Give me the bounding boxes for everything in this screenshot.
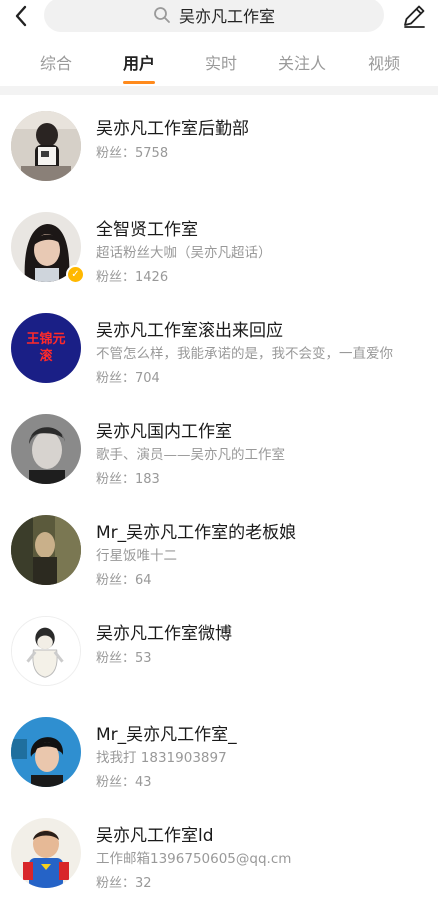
tab-users[interactable]: 用户: [121, 50, 157, 74]
user-avatar-image: [11, 414, 81, 484]
tab-comprehensive[interactable]: 综合: [38, 50, 74, 74]
tab-following[interactable]: 关注人: [276, 50, 328, 74]
verified-badge: ✓: [66, 265, 85, 284]
user-result-row[interactable]: 吴亦凡工作室后勤部 粉丝：5758: [0, 95, 438, 196]
user-description: 工作邮箱1396750605@qq.cm: [96, 851, 292, 867]
user-name[interactable]: 吴亦凡工作室微博: [96, 619, 232, 644]
search-query-text: 吴亦凡工作室: [178, 7, 275, 26]
fans-count: 粉丝：43: [96, 775, 152, 790]
checkmark-icon: ✓: [71, 268, 80, 280]
user-avatar-image: [12, 617, 80, 685]
avatar[interactable]: 王锦元 滚: [11, 313, 81, 383]
user-result-row[interactable]: 吴亦凡工作室ld 工作邮箱1396750605@qq.cm 粉丝：32: [0, 802, 438, 903]
tab-realtime[interactable]: 实时: [203, 50, 239, 74]
user-result-row[interactable]: Mr_吴亦凡工作室_ 找我打 1831903897 粉丝：43: [0, 701, 438, 802]
user-name[interactable]: 吴亦凡工作室后勤部: [96, 114, 249, 139]
user-result-row[interactable]: 吴亦凡国内工作室 歌手、演员——吴亦凡的工作室 粉丝：183: [0, 398, 438, 499]
user-name[interactable]: 吴亦凡工作室ld: [96, 821, 214, 846]
avatar[interactable]: [11, 818, 81, 888]
avatar-text-image: 王锦元 滚: [26, 332, 66, 364]
user-name[interactable]: 全智贤工作室: [96, 215, 198, 240]
user-result-row[interactable]: 吴亦凡工作室微博 粉丝：53: [0, 600, 438, 701]
search-bar[interactable]: 吴亦凡工作室: [44, 0, 384, 32]
user-avatar-image: [11, 111, 81, 181]
fans-count: 粉丝：64: [96, 573, 152, 588]
avatar[interactable]: [11, 616, 81, 686]
tab-bar: 综合 用户 实时 关注人 视频: [0, 44, 438, 84]
user-avatar-image: [11, 515, 81, 585]
user-result-row[interactable]: Mr_吴亦凡工作室的老板娘 行星饭唯十二 粉丝：64: [0, 499, 438, 600]
tab-video[interactable]: 视频: [366, 50, 402, 74]
user-avatar-image: [11, 818, 81, 888]
user-description: 行星饭唯十二: [96, 548, 177, 564]
search-icon: [154, 7, 170, 23]
fans-count: 粉丝：32: [96, 876, 152, 891]
compose-button[interactable]: [400, 2, 428, 30]
avatar[interactable]: [11, 515, 81, 585]
user-description: 不管怎么样，我能承诺的是，我不会变，一直爱你: [96, 346, 393, 362]
user-description: 歌手、演员——吴亦凡的工作室: [96, 447, 285, 463]
avatar[interactable]: [11, 414, 81, 484]
active-tab-indicator: [123, 81, 155, 84]
top-bar: 吴亦凡工作室: [0, 0, 438, 34]
fans-count: 粉丝：53: [96, 651, 152, 666]
fans-count: 粉丝：183: [96, 472, 160, 487]
user-name[interactable]: Mr_吴亦凡工作室_: [96, 720, 237, 745]
section-divider: [0, 86, 438, 95]
back-button[interactable]: [8, 2, 34, 30]
user-name[interactable]: 吴亦凡工作室滚出来回应: [96, 316, 283, 341]
user-result-row[interactable]: ✓ 全智贤工作室 超话粉丝大咖（吴亦凡超话） 粉丝：1426: [0, 196, 438, 297]
avatar[interactable]: [11, 111, 81, 181]
avatar[interactable]: [11, 717, 81, 787]
user-avatar-image: [11, 717, 81, 787]
fans-count: 粉丝：5758: [96, 146, 169, 161]
user-name[interactable]: Mr_吴亦凡工作室的老板娘: [96, 518, 296, 543]
fans-count: 粉丝：704: [96, 371, 160, 386]
fans-count: 粉丝：1426: [96, 270, 169, 285]
user-description: 超话粉丝大咖（吴亦凡超话）: [96, 245, 272, 261]
pencil-icon: [404, 5, 425, 28]
back-arrow-icon: [15, 5, 27, 27]
user-name[interactable]: 吴亦凡国内工作室: [96, 417, 232, 442]
user-description: 找我打 1831903897: [96, 750, 227, 766]
user-result-row[interactable]: 王锦元 滚 吴亦凡工作室滚出来回应 不管怎么样，我能承诺的是，我不会变，一直爱你…: [0, 297, 438, 398]
